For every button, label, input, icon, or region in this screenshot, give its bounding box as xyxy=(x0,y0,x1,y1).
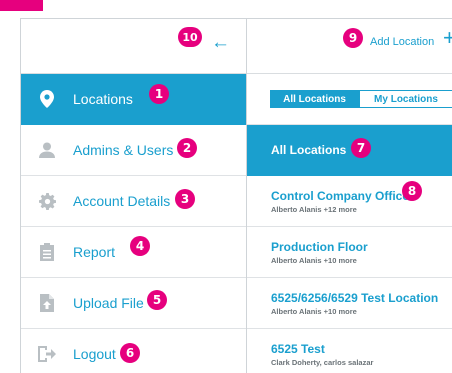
annotation-badge-7: 7 xyxy=(351,138,371,158)
sidebar-item-label: Report xyxy=(73,244,116,260)
annotation-badge-1: 1 xyxy=(149,84,169,104)
annotation-badge-2: 2 xyxy=(177,138,197,158)
sidebar-header: ← xyxy=(21,19,246,74)
list-header-all-locations[interactable]: All Locations xyxy=(247,125,452,176)
annotation-badge-4: 4 xyxy=(130,236,150,256)
sidebar-item-label: Logout xyxy=(73,346,116,362)
list-item[interactable]: 6525 Test Clark Doherty, carlos salazar xyxy=(247,329,452,373)
list-item[interactable]: Production Floor Alberto Alanis +10 more xyxy=(247,227,452,278)
location-people: Alberto Alanis +10 more xyxy=(271,307,357,316)
sidebar-item-label: Upload File xyxy=(73,295,144,311)
location-name: Production Floor xyxy=(271,240,368,254)
annotation-badge-8: 8 xyxy=(402,181,422,201)
annotation-badge-3: 3 xyxy=(175,189,195,209)
tab-all-locations[interactable]: All Locations xyxy=(270,90,359,108)
list-item[interactable]: Control Company Office Alberto Alanis +1… xyxy=(247,176,452,227)
sidebar-item-label: Locations xyxy=(73,91,133,107)
plus-icon[interactable]: + xyxy=(443,27,452,49)
map-pin-icon xyxy=(38,90,56,108)
sidebar: ← Locations Admins & Users Account Detai… xyxy=(20,18,247,373)
annotation-badge-9: 9 xyxy=(343,28,363,48)
location-people: Alberto Alanis +12 more xyxy=(271,205,357,214)
sidebar-item-admins-users[interactable]: Admins & Users xyxy=(21,125,246,176)
location-name: 6525 Test xyxy=(271,342,325,356)
upload-file-icon xyxy=(38,294,56,312)
add-location-button[interactable]: Add Location xyxy=(370,36,434,48)
gear-icon xyxy=(38,192,56,210)
location-filter: All Locations My Locations xyxy=(247,74,452,125)
annotation-badge-10: 10 xyxy=(178,27,202,47)
user-icon xyxy=(38,141,56,159)
sidebar-item-upload-file[interactable]: Upload File xyxy=(21,278,246,329)
sidebar-item-locations[interactable]: Locations xyxy=(21,74,246,125)
location-name: Control Company Office xyxy=(271,189,410,203)
annotation-badge-6: 6 xyxy=(120,343,140,363)
annotation-badge-5: 5 xyxy=(147,290,167,310)
header-accent-tab xyxy=(0,0,43,11)
locations-panel: Add Location + All Locations My Location… xyxy=(247,18,452,373)
location-people: Clark Doherty, carlos salazar xyxy=(271,358,374,367)
sidebar-item-account-details[interactable]: Account Details xyxy=(21,176,246,227)
location-people: Alberto Alanis +10 more xyxy=(271,256,357,265)
logout-icon xyxy=(38,345,56,363)
sidebar-item-label: Admins & Users xyxy=(73,142,174,158)
tab-my-locations[interactable]: My Locations xyxy=(359,90,452,108)
location-name: 6525/6256/6529 Test Location xyxy=(271,291,439,305)
list-item[interactable]: 6525/6256/6529 Test Location Alberto Ala… xyxy=(247,278,452,329)
list-header-label: All Locations xyxy=(271,143,347,157)
arrow-left-icon[interactable]: ← xyxy=(211,33,230,52)
sidebar-item-label: Account Details xyxy=(73,193,171,209)
clipboard-icon xyxy=(38,243,56,261)
